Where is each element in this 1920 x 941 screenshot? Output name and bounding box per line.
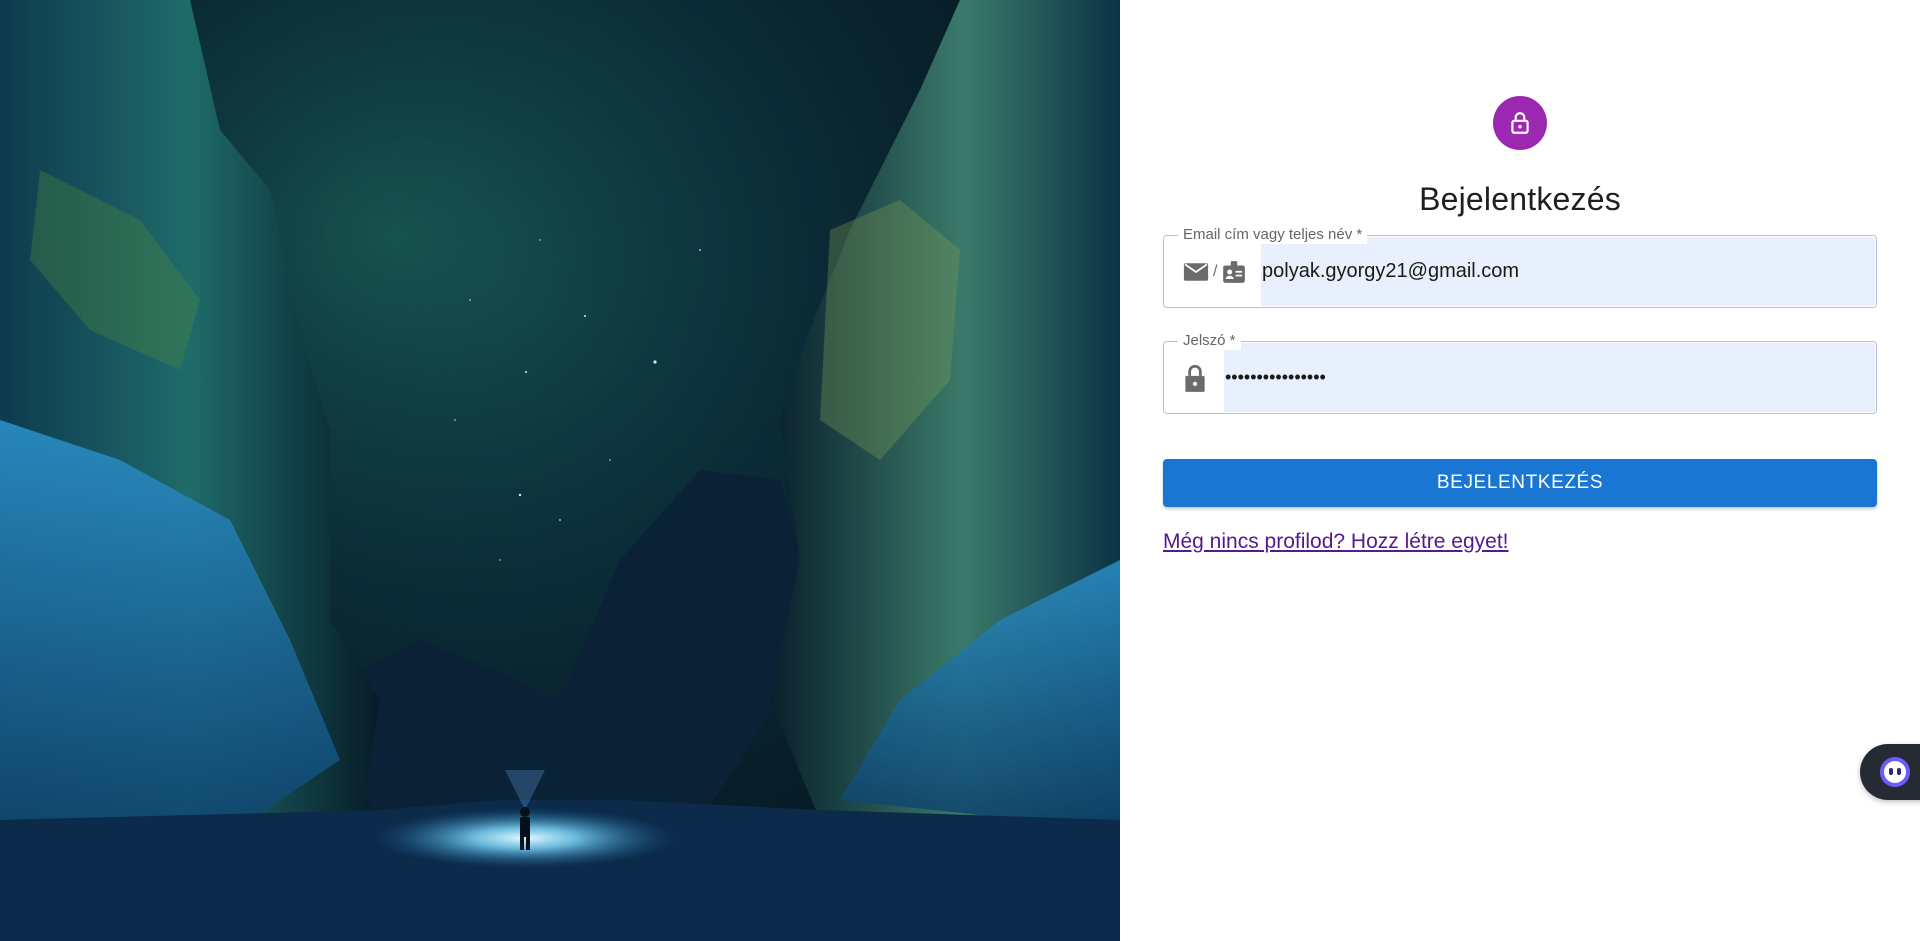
password-field-adornment (1182, 342, 1208, 413)
login-page: Bejelentkezés Email cím vagy teljes név … (0, 0, 1920, 941)
register-link[interactable]: Még nincs profilod? Hozz létre egyet! (1163, 530, 1509, 554)
password-field[interactable]: Jelszó * •••••••••••••••• (1163, 332, 1877, 414)
email-field[interactable]: Email cím vagy teljes név * / polyak.gyo… (1163, 226, 1877, 308)
login-button[interactable]: BEJELENTKEZÉS (1163, 459, 1877, 507)
hero-image (0, 0, 1120, 941)
icon-separator: / (1213, 262, 1218, 280)
lock-open-icon (1493, 96, 1547, 150)
assistant-button[interactable] (1860, 744, 1920, 800)
email-field-adornment: / (1182, 236, 1248, 307)
email-input[interactable]: polyak.gyorgy21@gmail.com (1262, 236, 1519, 307)
password-input[interactable]: •••••••••••••••• (1225, 342, 1326, 413)
contact-card-icon (1223, 260, 1246, 283)
mail-icon (1183, 262, 1209, 281)
login-panel: Bejelentkezés Email cím vagy teljes név … (1120, 0, 1920, 941)
page-title: Bejelentkezés (1419, 181, 1621, 218)
lock-icon (1185, 364, 1205, 392)
assistant-bot-icon (1880, 757, 1910, 787)
lock-open-glyph (1511, 112, 1529, 134)
night-canyon-illustration (0, 0, 1120, 941)
